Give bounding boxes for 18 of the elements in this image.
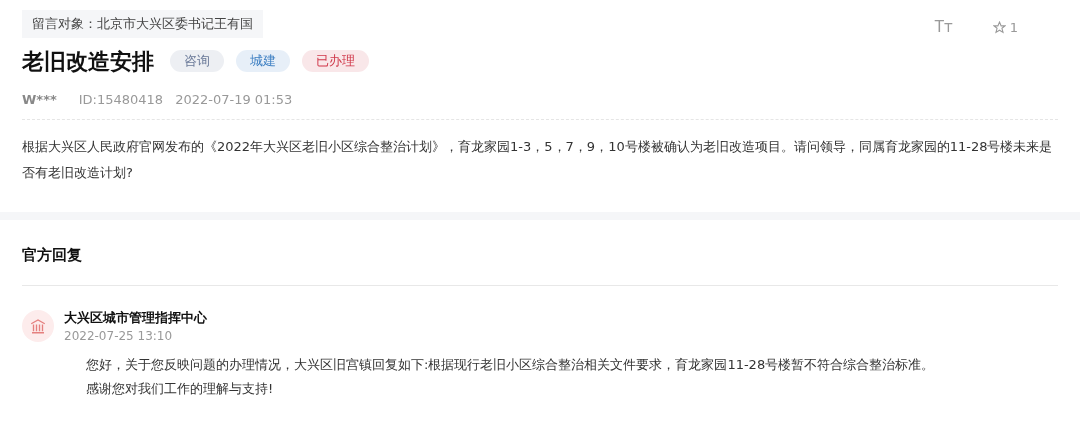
message-body: 根据大兴区人民政府官网发布的《2022年大兴区老旧小区综合整治计划》，育龙家园1-3，5，7，9，10号楼被确认为老旧改造项目。请问领导，同属育龙家园的11-28号楼未来是否有老旧改造计划?: [22, 138, 1054, 182]
tag: 咨询: [170, 50, 224, 72]
tag: 城建: [236, 50, 290, 72]
section-heading: 官方回复: [22, 244, 1058, 286]
reply-organization: 大兴区城市管理指挥中心: [64, 308, 207, 327]
building-icon: [29, 317, 47, 336]
post-time: 2022-07-19 01:53: [175, 90, 293, 109]
reply-text: 感谢您对我们工作的理解与支持!: [86, 380, 275, 398]
tag: 已办理: [302, 50, 369, 72]
author-name: W***: [22, 90, 57, 109]
star-icon: [992, 20, 1006, 34]
reply-text: 您好，关于您反映问题的办理情况，大兴区旧宫镇回复如下:根据现行老旧小区综合整治相关文件要求，育龙家园11-28号楼暂不符合综合整治标准。: [86, 356, 936, 374]
page-title: 老旧改造安排: [22, 47, 154, 76]
favorite-button[interactable]: 1: [992, 17, 1018, 37]
message-id: ID:15480418: [78, 90, 164, 109]
reply-time: 2022-07-25 13:10: [64, 328, 174, 345]
target-label: 留言对象：北京市大兴区委书记王有国: [22, 10, 263, 38]
font-size-button[interactable]: Tт: [934, 16, 953, 39]
